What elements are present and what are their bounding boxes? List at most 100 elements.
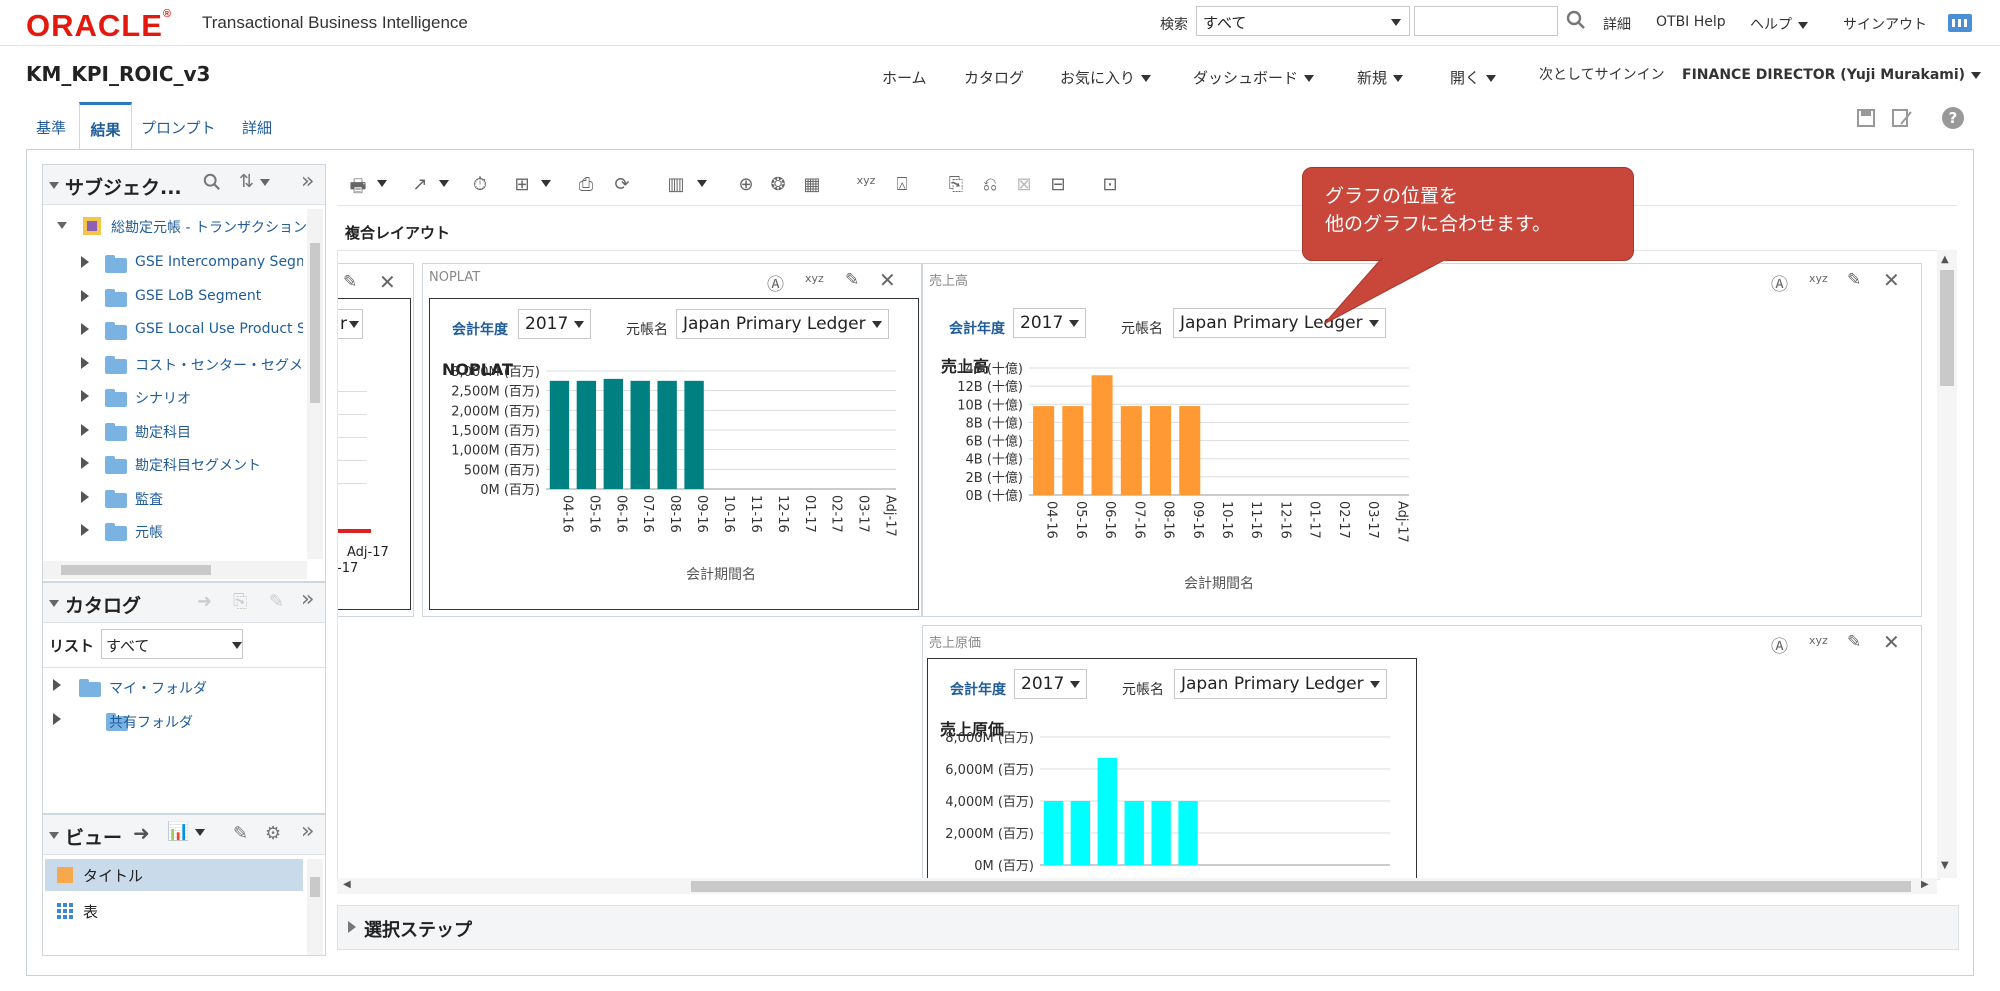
view-item-title[interactable]: タイトル <box>45 859 303 891</box>
rename-icon[interactable]: xyz <box>1809 634 1828 647</box>
noplat-chart[interactable]: NOPLAT0M (百万)500M (百万)1,000M (百万)1,500M … <box>430 359 918 609</box>
expand-icon[interactable] <box>53 679 61 691</box>
help-icon[interactable]: ? <box>1942 107 1964 129</box>
scroll-up-icon[interactable]: ▲ <box>1941 254 1949 265</box>
expand-icon[interactable] <box>348 921 356 933</box>
search-icon[interactable] <box>1566 10 1588 32</box>
sort-icon[interactable]: ⇅ <box>239 171 271 192</box>
layout-icon[interactable]: ⎙ <box>573 174 599 198</box>
view-noplat[interactable]: NOPLAT Ⓐ xyz ✎ ✕ 会計年度 2017 元帳名 Japan Pri… <box>422 263 922 617</box>
menu-new[interactable]: 新規 <box>1357 67 1404 88</box>
subject-tree-item[interactable]: 元帳 <box>43 515 303 545</box>
expand-pane-icon[interactable]: » <box>301 587 314 612</box>
oracle-logo[interactable]: ORACLE® <box>26 8 172 44</box>
align-icon[interactable]: ⊟ <box>1045 174 1071 198</box>
expand-icon[interactable] <box>81 423 89 436</box>
close-icon[interactable]: ✕ <box>1883 630 1900 654</box>
menu-signin-as[interactable]: 次としてサインイン <box>1539 64 1665 84</box>
signout-link[interactable]: サインアウト <box>1843 14 1927 34</box>
sales-chart[interactable]: 売上高0B (十億)2B (十億)4B (十億)6B (十億)8B (十億)10… <box>929 356 1417 614</box>
format-text-icon[interactable]: Ⓐ <box>1771 632 1788 657</box>
pencil-icon[interactable]: ✎ <box>1847 632 1861 652</box>
ledger-prompt-select[interactable]: Japan Primary Ledger <box>1174 669 1387 699</box>
pencil-icon[interactable]: ✎ <box>343 272 357 292</box>
filter-icon[interactable]: ⊞ <box>509 174 535 198</box>
menu-home[interactable]: ホーム <box>882 67 927 88</box>
expand-pane-icon[interactable]: » <box>301 819 314 844</box>
expand-icon[interactable] <box>81 457 89 469</box>
show-data-icon[interactable]: ⎘ <box>943 174 969 198</box>
close-icon[interactable]: ✕ <box>1883 268 1900 292</box>
expand-icon[interactable] <box>81 256 89 268</box>
tab-advanced[interactable]: 詳細 <box>242 117 272 138</box>
search-icon[interactable] <box>203 173 221 196</box>
scroll-left-icon[interactable]: ◀ <box>343 879 351 890</box>
collapse-icon[interactable] <box>49 832 59 839</box>
cogs-chart[interactable]: 売上原価0M (百万)2,000M (百万)4,000M (百万)6,000M … <box>928 719 1416 880</box>
subject-tree-item[interactable]: 監査 <box>43 482 303 512</box>
left-stub-prompt[interactable]: r <box>338 309 363 339</box>
menu-favorites[interactable]: お気に入り <box>1060 67 1152 88</box>
help-menu[interactable]: ヘルプ <box>1750 14 1808 34</box>
collapse-icon[interactable] <box>49 600 59 607</box>
year-prompt-select[interactable]: 2017 <box>518 309 592 339</box>
scroll-thumb[interactable] <box>61 565 211 575</box>
rename-icon[interactable]: xyz <box>805 272 824 285</box>
new-calc-item-icon[interactable]: ▦ <box>799 174 825 198</box>
scroll-right-icon[interactable]: ▶ <box>1921 879 1929 890</box>
pencil-icon[interactable]: ✎ <box>1847 270 1861 290</box>
expand-icon[interactable] <box>81 289 89 302</box>
scroll-thumb[interactable] <box>1940 270 1954 386</box>
subject-tree-item[interactable]: シナリオ <box>43 381 303 411</box>
tree-collapse-icon[interactable] <box>57 222 67 229</box>
layout-hscroll[interactable]: ◀ ▶ <box>337 878 1937 894</box>
year-prompt-select[interactable]: 2017 <box>1014 669 1088 699</box>
close-icon[interactable]: ✕ <box>879 268 896 292</box>
subject-tree-item[interactable]: 勘定科目セグメント <box>43 448 303 478</box>
collapse-icon[interactable] <box>49 182 59 189</box>
format-text-icon[interactable]: Ⓐ <box>767 270 784 295</box>
expand-icon[interactable] <box>81 490 89 503</box>
apps-grid-icon[interactable] <box>1948 14 1972 32</box>
menu-open[interactable]: 開く <box>1450 67 1497 88</box>
catalog-my-folders[interactable]: マイ・フォルダ <box>109 678 207 698</box>
tree-root[interactable]: 総勘定元帳 - トランザクション <box>111 217 307 237</box>
edit-fields-icon[interactable]: xyz <box>853 174 879 198</box>
close-icon[interactable]: ✕ <box>379 270 396 294</box>
scroll-thumb[interactable] <box>310 877 320 897</box>
catalog-shared-folders[interactable]: 共有フォルダ <box>109 712 193 732</box>
subject-vscroll[interactable] <box>307 209 323 559</box>
subject-tree-item[interactable]: コスト・センター・セグメ <box>43 348 303 378</box>
catalog-list-select[interactable]: すべて <box>101 629 243 659</box>
expand-icon[interactable] <box>81 390 89 402</box>
expand-icon[interactable] <box>53 713 61 725</box>
scroll-down-icon[interactable]: ▼ <box>1941 860 1949 871</box>
menu-catalog[interactable]: カタログ <box>964 67 1024 88</box>
new-calc-icon[interactable]: ⊕ <box>733 174 759 198</box>
print-icon[interactable]: 🖶 <box>345 174 371 198</box>
subject-hscroll[interactable] <box>43 561 307 579</box>
new-group-icon[interactable]: ❂ <box>765 174 791 198</box>
subject-tree-item[interactable]: GSE Intercompany Segme <box>43 247 303 277</box>
tab-results[interactable]: 結果 <box>79 102 132 150</box>
scroll-thumb[interactable] <box>691 881 1911 892</box>
tab-prompts[interactable]: プロンプト <box>141 117 216 138</box>
rename-icon[interactable]: xyz <box>1809 272 1828 285</box>
new-view-icon[interactable]: ▥ <box>663 174 689 198</box>
link-otbi-help[interactable]: OTBI Help <box>1656 14 1726 30</box>
subject-tree-item[interactable]: 勘定科目 <box>43 415 303 445</box>
expand-pane-icon[interactable]: » <box>301 169 314 194</box>
save-icon[interactable] <box>1856 108 1876 128</box>
schedule-icon[interactable]: ⏱ <box>467 174 493 198</box>
format-text-icon[interactable]: Ⓐ <box>1771 270 1788 295</box>
ledger-prompt-select[interactable]: Japan Primary Ledger <box>676 309 889 339</box>
pencil-icon[interactable]: ✎ <box>233 823 248 844</box>
expand-icon[interactable] <box>81 524 89 536</box>
search-scope-select[interactable]: すべて <box>1196 6 1410 36</box>
text-format-icon[interactable]: ⍓ <box>889 174 915 198</box>
search-input[interactable] <box>1414 6 1558 36</box>
link-details[interactable]: 詳細 <box>1603 14 1631 34</box>
remove-icon[interactable]: ⎌ <box>977 174 1003 198</box>
year-prompt-select[interactable]: 2017 <box>1013 308 1087 338</box>
user-menu[interactable]: FINANCE DIRECTOR (Yuji Murakami) <box>1682 67 1982 83</box>
